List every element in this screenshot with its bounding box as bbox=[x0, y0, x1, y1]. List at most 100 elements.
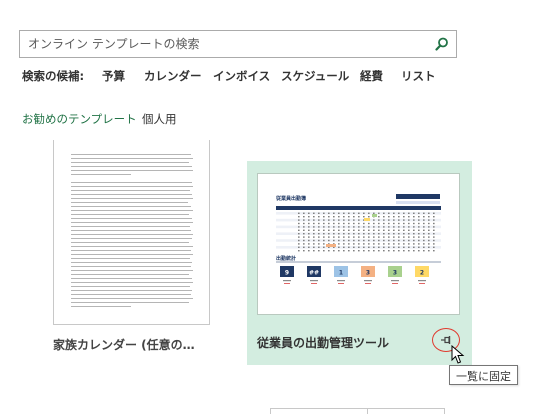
grid-cell-mark bbox=[308, 243, 310, 245]
grid-cell-mark bbox=[393, 233, 395, 235]
grid-cell-mark bbox=[313, 236, 315, 238]
grid-cell-mark bbox=[358, 226, 360, 228]
grid-cell-mark bbox=[298, 239, 300, 242]
template-thumbnail-family-calendar[interactable] bbox=[53, 140, 210, 325]
grid-cell-mark bbox=[383, 212, 385, 214]
grid-cell-mark bbox=[408, 216, 410, 218]
grid-cell-mark bbox=[363, 246, 365, 248]
grid-cell-mark bbox=[318, 219, 320, 221]
template-name-family-calendar[interactable]: 家族カレンダー (任意の… bbox=[53, 336, 195, 353]
grid-cell-mark bbox=[333, 212, 335, 214]
template-card-attendance-tracker[interactable]: 従業員出勤簿 出勤統計 9 ## 1 3 3 2 従業員の出勤管理ツール bbox=[247, 161, 472, 365]
grid-cell-mark bbox=[388, 226, 390, 228]
grid-cell-mark bbox=[393, 216, 395, 218]
grid-cell-mark bbox=[413, 219, 415, 221]
grid-cell-mark bbox=[383, 222, 385, 225]
summary-caption-line bbox=[337, 280, 345, 282]
grid-cell-mark bbox=[418, 246, 420, 248]
document-text-line bbox=[71, 214, 189, 215]
grid-cell-mark bbox=[418, 236, 420, 238]
document-text-line bbox=[71, 186, 193, 187]
grid-cell-mark bbox=[358, 236, 360, 238]
grid-cell-mark bbox=[348, 246, 350, 248]
grid-cell-mark bbox=[348, 243, 350, 245]
document-text-line bbox=[71, 254, 193, 255]
document-text-line bbox=[71, 250, 191, 251]
summary-value: 2 bbox=[420, 270, 424, 277]
grid-cell-mark bbox=[318, 229, 320, 231]
summary-caption-line bbox=[391, 280, 399, 282]
grid-cell-mark bbox=[318, 246, 320, 248]
grid-cell-mark bbox=[363, 216, 365, 218]
grid-cell-mark bbox=[328, 229, 330, 231]
grid-cell-mark bbox=[433, 236, 435, 238]
suggestion-expenses[interactable]: 経費 bbox=[360, 68, 383, 84]
search-input[interactable] bbox=[20, 31, 420, 57]
grid-cell-mark bbox=[398, 216, 400, 218]
tab-personal[interactable]: 個人用 bbox=[142, 111, 177, 127]
grid-cell-mark bbox=[338, 212, 340, 214]
grid-cell-mark bbox=[318, 216, 320, 218]
summary-value: 3 bbox=[366, 270, 370, 277]
grid-cell-mark bbox=[368, 229, 370, 231]
document-text-line bbox=[71, 166, 192, 167]
grid-cell-mark bbox=[348, 212, 350, 214]
document-text-line bbox=[71, 210, 193, 211]
grid-cell-mark bbox=[323, 243, 325, 245]
document-text-line bbox=[71, 270, 193, 271]
grid-cell-mark bbox=[333, 229, 335, 231]
grid-cell-mark bbox=[348, 236, 350, 238]
grid-cell-mark bbox=[373, 236, 375, 238]
grid-cell-mark bbox=[368, 222, 370, 225]
suggestion-budget[interactable]: 予算 bbox=[102, 68, 125, 84]
suggestion-invoice[interactable]: インボイス bbox=[213, 68, 270, 84]
document-text-line bbox=[71, 262, 192, 263]
suggestion-calendar[interactable]: カレンダー bbox=[144, 68, 202, 84]
grid-cell-mark bbox=[318, 250, 320, 252]
grid-cell-mark bbox=[388, 250, 390, 252]
document-text-line bbox=[71, 298, 193, 299]
grid-cell-mark bbox=[323, 219, 325, 221]
grid-cell-mark bbox=[413, 216, 415, 218]
grid-cell-mark bbox=[423, 222, 425, 225]
grid-cell-mark bbox=[403, 219, 405, 221]
grid-cell-mark bbox=[428, 219, 430, 221]
grid-cell-mark bbox=[303, 239, 305, 242]
grid-cell-mark bbox=[403, 239, 405, 242]
grid-cell-mark bbox=[403, 216, 405, 218]
grid-cell-mark bbox=[353, 243, 355, 245]
grid-cell-mark bbox=[298, 222, 300, 225]
grid-cell-mark bbox=[368, 236, 370, 238]
grid-cell-mark bbox=[413, 246, 415, 248]
grid-cell-mark bbox=[388, 222, 390, 225]
grid-cell-mark bbox=[428, 226, 430, 228]
grid-cell-mark bbox=[328, 216, 330, 218]
grid-cell-mark bbox=[393, 239, 395, 242]
suggestion-list[interactable]: リスト bbox=[401, 68, 436, 84]
template-name-attendance-tracker[interactable]: 従業員の出勤管理ツール bbox=[257, 334, 389, 351]
summary-caption-line bbox=[392, 283, 398, 284]
grid-cell-mark bbox=[398, 250, 400, 252]
search-button[interactable] bbox=[432, 34, 452, 54]
grid-cell-mark bbox=[358, 216, 360, 218]
grid-cell-mark bbox=[423, 216, 425, 218]
suggestion-schedule[interactable]: スケジュール bbox=[281, 68, 349, 84]
grid-cell-mark bbox=[398, 239, 400, 242]
grid-cell-mark bbox=[323, 250, 325, 252]
document-text-line bbox=[71, 198, 193, 199]
tab-featured[interactable]: お勧めのテンプレート bbox=[22, 111, 137, 127]
grid-cell-mark bbox=[423, 243, 425, 245]
grid-cell-mark bbox=[328, 236, 330, 238]
grid-cell-mark bbox=[418, 222, 420, 225]
grid-cell-mark bbox=[358, 229, 360, 231]
grid-cell-mark bbox=[368, 226, 370, 228]
grid-cell-mark bbox=[298, 246, 300, 248]
grid-cell-mark bbox=[368, 243, 370, 245]
grid-cell-mark bbox=[333, 216, 335, 218]
grid-cell-mark bbox=[393, 246, 395, 248]
grid-cell-mark bbox=[378, 233, 380, 235]
grid-cell-mark bbox=[393, 222, 395, 225]
grid-cell-mark bbox=[408, 222, 410, 225]
summary-caption-line bbox=[364, 280, 372, 282]
summary-caption-line bbox=[283, 280, 291, 282]
